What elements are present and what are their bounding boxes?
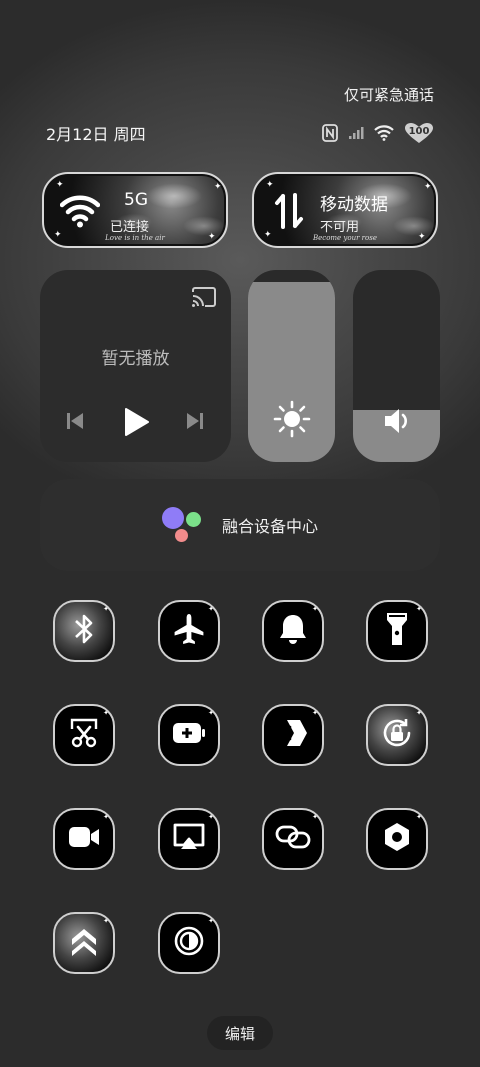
flashlight-tile[interactable] — [366, 600, 428, 662]
mobile-data-toggle-card[interactable]: ✦ ✦ ✦ ✦ 移动数据 不可用 Become your rose — [252, 172, 438, 248]
status-icons: 100 — [322, 122, 434, 144]
device-hub-button[interactable]: 融合设备中心 — [40, 479, 440, 571]
signal-icon — [348, 126, 364, 140]
flashlight-icon — [385, 611, 409, 651]
media-player-card[interactable]: 暂无播放 — [40, 270, 231, 462]
cast-icon[interactable] — [191, 286, 217, 312]
sound-mode-tile[interactable] — [262, 600, 324, 662]
wifi-toggle-card[interactable]: ✦ ✦ ✦ ✦ 5G 已连接 Love is in the air — [42, 172, 228, 248]
bluetooth-tile[interactable] — [53, 600, 115, 662]
mobile-data-title: 移动数据 — [320, 195, 388, 215]
wifi-card-script: Love is in the air — [105, 234, 165, 242]
volume-slider[interactable] — [353, 270, 440, 462]
share-tile[interactable] — [262, 704, 324, 766]
data-card-script: Become your rose — [313, 234, 377, 242]
battery-saver-tile[interactable] — [158, 704, 220, 766]
airplane-mode-tile[interactable] — [158, 600, 220, 662]
status-bar: 2月12日 周四 100 — [46, 122, 434, 144]
bell-icon — [277, 612, 309, 650]
mobile-data-status: 不可用 — [320, 220, 360, 235]
share-arrow-icon — [277, 717, 309, 753]
video-camera-icon — [67, 824, 101, 854]
device-hub-label: 融合设备中心 — [221, 517, 318, 536]
link-icon — [275, 823, 311, 855]
dark-mode-tile[interactable] — [158, 912, 220, 974]
data-transfer-icon — [274, 192, 304, 234]
screen-record-tile[interactable] — [53, 808, 115, 870]
edit-button[interactable]: 编辑 — [207, 1016, 273, 1050]
wifi-status-icon — [374, 125, 394, 141]
battery-level-text: 100 — [408, 126, 430, 137]
battery-saver-icon — [171, 720, 207, 750]
screenshot-scissors-icon — [68, 717, 100, 753]
emergency-calls-only-text: 仅可紧急通话 — [343, 86, 434, 104]
rotation-lock-tile[interactable] — [366, 704, 428, 766]
brightness-slider[interactable] — [248, 270, 335, 462]
ultra-save-icon — [69, 925, 99, 961]
dark-mode-icon — [173, 925, 205, 961]
device-hub-icon — [161, 507, 204, 543]
screen-cast-icon — [172, 822, 206, 856]
battery-icon: 100 — [404, 122, 434, 144]
date-text: 2月12日 周四 — [46, 125, 146, 144]
rotation-lock-icon — [380, 716, 414, 754]
brightness-icon — [248, 400, 335, 438]
settings-tile[interactable] — [366, 808, 428, 870]
nfc-icon — [322, 124, 338, 142]
airplane-icon — [172, 612, 206, 650]
previous-track-icon[interactable] — [64, 410, 86, 436]
wifi-icon — [59, 194, 101, 232]
bluetooth-icon — [71, 612, 97, 650]
ultra-save-tile[interactable] — [53, 912, 115, 974]
screen-cast-tile[interactable] — [158, 808, 220, 870]
play-icon[interactable] — [122, 406, 150, 442]
media-status-text: 暂无播放 — [101, 349, 170, 369]
screenshot-tile[interactable] — [53, 704, 115, 766]
next-track-icon[interactable] — [184, 410, 206, 436]
wifi-network-name: 5G — [124, 190, 148, 210]
settings-hex-icon — [381, 821, 413, 857]
link-tile[interactable] — [262, 808, 324, 870]
wifi-status-text: 已连接 — [110, 220, 150, 235]
volume-icon — [353, 406, 440, 436]
